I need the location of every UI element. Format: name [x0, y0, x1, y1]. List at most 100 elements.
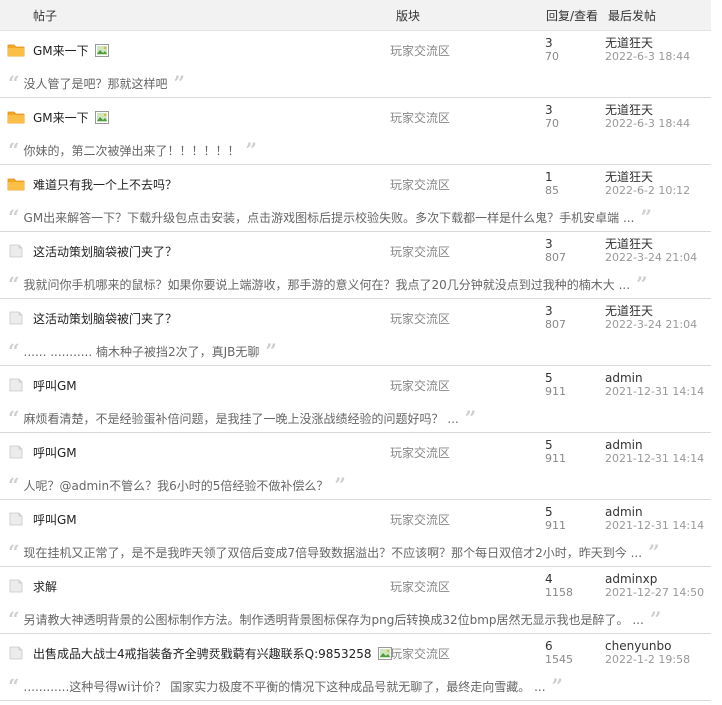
last-post-time[interactable]: 2022-1-2 19:58	[605, 653, 711, 666]
view-count: 807	[545, 318, 566, 331]
thread-forum-link[interactable]: 玩家交流区	[387, 243, 539, 260]
folder-icon	[7, 177, 25, 191]
thread-forum-link[interactable]: 玩家交流区	[387, 645, 539, 662]
page-icon	[7, 244, 25, 258]
last-post-time[interactable]: 2022-6-3 18:44	[605, 50, 711, 63]
thread-forum-link[interactable]: 玩家交流区	[387, 109, 539, 126]
last-post-time[interactable]: 2022-3-24 21:04	[605, 318, 711, 331]
last-post-time[interactable]: 2021-12-27 14:50	[605, 586, 711, 599]
last-post: 无道狂天 2022-6-3 18:44	[599, 37, 711, 64]
thread-forum-link[interactable]: 玩家交流区	[387, 511, 539, 528]
last-post-user[interactable]: admin	[605, 506, 711, 519]
excerpt-text: ............这种号得wi计价？ 国家实力极度不平衡的情况下这种成品号…	[23, 679, 546, 694]
excerpt-text: 现在挂机又正常了，是不是我昨天领了双倍后变成7倍导致数据溢出？不应该啊？那个每日…	[23, 545, 643, 560]
last-post-time[interactable]: 2021-12-31 14:14	[605, 385, 711, 398]
thread-excerpt: “你妹的，第二次被弹出来了！！！！！！ ”	[0, 136, 711, 164]
excerpt-text: 我就问你手机哪来的鼠标？如果你要说上端游收，那手游的意义何在？我点了20几分钟就…	[23, 277, 631, 292]
thread-forum-link[interactable]: 玩家交流区	[387, 42, 539, 59]
image-attachment-icon	[94, 110, 109, 124]
last-post: 无道狂天 2022-6-2 10:12	[599, 171, 711, 198]
thread-forum-link[interactable]: 玩家交流区	[387, 578, 539, 595]
reply-count: 5	[545, 438, 553, 452]
view-count: 70	[545, 50, 559, 63]
thread-row: 求解 玩家交流区 4 1158 adminxp 2021-12-27 14:50	[0, 567, 711, 605]
thread-row: 这活动策划脑袋被门夹了？ 玩家交流区 3 807 无道狂天 2022-3-24 21:04	[0, 299, 711, 337]
excerpt-text: 另请教大神透明背景的公图标制作方法。制作透明背景图标保存为png后转换成32位b…	[23, 612, 644, 627]
thread-excerpt: “另请教大神透明背景的公图标制作方法。制作透明背景图标保存为png后转换成32位…	[0, 605, 711, 633]
thread-forum-link[interactable]: 玩家交流区	[387, 176, 539, 193]
reply-count: 4	[545, 572, 553, 586]
view-count: 70	[545, 117, 559, 130]
folder-icon	[7, 43, 25, 57]
thread-excerpt: “GM出来解答一下？下载升级包点击安装，点击游戏图标后提示校验失败。多次下载都一…	[0, 203, 711, 231]
thread-title-link[interactable]: 呼叫GM	[33, 511, 77, 528]
header-last-post: 最后发帖	[608, 8, 657, 23]
thread-row: GM来一下 玩家交流区 3 70 无道狂天 2022-6-3 18:44	[0, 98, 711, 136]
view-count: 911	[545, 452, 566, 465]
thread-forum-link[interactable]: 玩家交流区	[387, 377, 539, 394]
thread-stats: 3 807	[539, 238, 599, 265]
last-post-user[interactable]: adminxp	[605, 573, 711, 586]
thread-stats: 5 911	[539, 438, 599, 466]
last-post-time[interactable]: 2022-6-3 18:44	[605, 117, 711, 130]
open-quote-icon: “	[8, 71, 20, 95]
reply-count: 3	[545, 304, 553, 318]
thread-title-link[interactable]: GM来一下	[33, 109, 89, 126]
thread-title-link[interactable]: 这活动策划脑袋被门夹了？	[33, 310, 177, 327]
thread-title-cell: GM来一下	[25, 109, 387, 126]
last-post-user[interactable]: 无道狂天	[605, 37, 711, 50]
folder-icon	[7, 110, 25, 124]
view-count: 85	[545, 184, 559, 197]
thread-stats: 4 1158	[539, 572, 599, 600]
last-post-user[interactable]: admin	[605, 439, 711, 452]
thread-stats: 5 911	[539, 506, 599, 533]
last-post-user[interactable]: admin	[605, 372, 711, 385]
thread-forum-link[interactable]: 玩家交流区	[387, 444, 539, 461]
thread-excerpt: “现在挂机又正常了，是不是我昨天领了双倍后变成7倍导致数据溢出？不应该啊？那个每…	[0, 538, 711, 566]
thread-stats: 3 70	[539, 104, 599, 131]
header-forum: 版块	[396, 8, 421, 23]
last-post-time[interactable]: 2021-12-31 14:14	[605, 519, 711, 532]
last-post: admin 2021-12-31 14:14	[599, 372, 711, 399]
thread-title-link[interactable]: 呼叫GM	[33, 444, 77, 461]
last-post-user[interactable]: 无道狂天	[605, 171, 711, 184]
thread-title-link[interactable]: 出售成品大战士4戒指装备齐全骋烎戥藭有兴趣联系Q:9853258	[33, 645, 372, 662]
table-header: 帖子 版块 回复/查看 最后发帖	[0, 0, 711, 31]
excerpt-text: ...... ........... 楠木种子被挡2次了，真JB无聊	[23, 344, 260, 359]
last-post-time[interactable]: 2022-6-2 10:12	[605, 184, 711, 197]
open-quote-icon: “	[8, 473, 20, 497]
open-quote-icon: “	[8, 540, 20, 564]
close-quote-icon: ”	[334, 473, 346, 497]
open-quote-icon: “	[8, 674, 20, 698]
thread-title-cell: 求解	[25, 578, 387, 595]
page-icon	[7, 579, 25, 593]
thread-title-cell: 这活动策划脑袋被门夹了？	[25, 310, 387, 327]
last-post-time[interactable]: 2021-12-31 14:14	[605, 452, 711, 465]
last-post-user[interactable]: 无道狂天	[605, 104, 711, 117]
view-count: 911	[545, 385, 566, 398]
close-quote-icon: ”	[464, 406, 477, 430]
last-post-user[interactable]: 无道狂天	[605, 238, 711, 251]
open-quote-icon: “	[8, 138, 20, 162]
view-count: 807	[545, 251, 566, 264]
thread-title-link[interactable]: GM来一下	[33, 42, 89, 59]
thread-title-link[interactable]: 求解	[33, 578, 57, 595]
thread-excerpt: “没人管了是吧？那就这样吧 ”	[0, 69, 711, 97]
last-post-time[interactable]: 2022-3-24 21:04	[605, 251, 711, 264]
excerpt-text: 人呢？@admin不管么？我6小时的5倍经验不做补偿么？	[23, 478, 329, 493]
thread-row: 呼叫GM 玩家交流区 5 911 admin 2021-12-31 14:14	[0, 433, 711, 471]
thread-title-cell: 呼叫GM	[25, 377, 387, 394]
thread-item: GM来一下 玩家交流区 3 70 无道狂天 2022-6-3 18:44 “没人管了是吧？那…	[0, 31, 711, 98]
thread-item: 这活动策划脑袋被门夹了？ 玩家交流区 3 807 无道狂天 2022-3-24 21:04…	[0, 232, 711, 299]
thread-title-link[interactable]: 这活动策划脑袋被门夹了？	[33, 243, 177, 260]
last-post-user[interactable]: 无道狂天	[605, 305, 711, 318]
thread-title-link[interactable]: 呼叫GM	[33, 377, 77, 394]
last-post-user[interactable]: chenyunbo	[605, 640, 711, 653]
thread-title-link[interactable]: 难道只有我一个上不去吗？	[33, 176, 177, 193]
thread-excerpt: “...... ........... 楠木种子被挡2次了，真JB无聊 ”	[0, 337, 711, 365]
thread-forum-link[interactable]: 玩家交流区	[387, 310, 539, 327]
header-stats: 回复/查看	[546, 8, 599, 23]
thread-row: GM来一下 玩家交流区 3 70 无道狂天 2022-6-3 18:44	[0, 31, 711, 69]
reply-count: 1	[545, 170, 553, 184]
thread-row: 出售成品大战士4戒指装备齐全骋烎戥藭有兴趣联系Q:9853258 玩家交流区 6 15…	[0, 634, 711, 672]
